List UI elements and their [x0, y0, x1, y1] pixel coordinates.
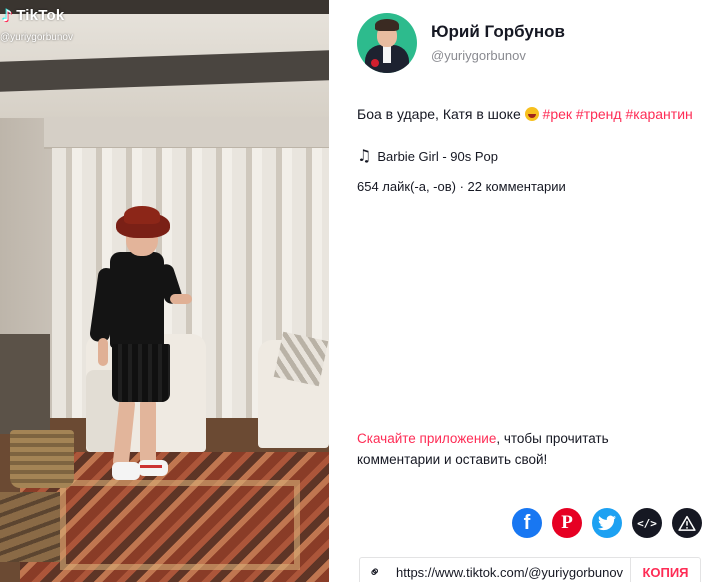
share-url-field[interactable]: https://www.tiktok.com/@yuriygorbunov	[390, 565, 630, 580]
person-skirt	[112, 344, 170, 402]
music-link[interactable]: ♫ Barbie Girl - 90s Pop	[357, 148, 498, 164]
video-caption: Боа в ударе, Катя в шоке #рек #тренд #ка…	[357, 104, 697, 124]
music-title: Barbie Girl - 90s Pop	[377, 148, 499, 164]
avatar-hair	[375, 19, 399, 31]
scene-firewood	[0, 492, 60, 562]
embed-button[interactable]: </>	[632, 508, 662, 538]
caption-text: Боа в ударе, Катя в шоке	[357, 106, 521, 122]
author-name[interactable]: Юрий Горбунов	[431, 22, 565, 42]
twitter-share-button[interactable]	[592, 508, 622, 538]
watermark-logo-text: TikTok	[16, 7, 65, 24]
embed-code-icon: </>	[637, 516, 657, 530]
avatar-rose	[371, 59, 379, 67]
person-hand	[170, 294, 192, 304]
avatar[interactable]	[357, 13, 417, 73]
share-link-bar: ⚭ https://www.tiktok.com/@yuriygorbunov …	[359, 557, 701, 582]
scene-valance	[44, 117, 329, 149]
video-player[interactable]: ♪ TikTok @yuriygorbunov	[0, 0, 329, 582]
pinterest-share-button[interactable]: P	[552, 508, 582, 538]
report-button[interactable]	[672, 508, 702, 538]
scene-pillow	[273, 331, 329, 387]
person-leg	[140, 398, 156, 466]
avatar-shirt	[383, 45, 391, 63]
pinterest-icon: P	[561, 512, 573, 533]
tiktok-logo-icon: ♪	[2, 6, 13, 25]
watermark-handle: @yuriygorbunov	[0, 32, 73, 43]
share-buttons: f P </>	[512, 508, 702, 538]
copy-link-button[interactable]: КОПИЯ	[630, 558, 700, 582]
link-icon: ⚭	[364, 561, 386, 582]
face-with-tongue-emoji-icon	[524, 107, 539, 121]
person-shoe	[138, 460, 168, 476]
person-hand	[98, 338, 108, 366]
download-prompt: Скачайте приложение, чтобы прочитать ком…	[357, 428, 677, 470]
hashtag-link[interactable]: #тренд	[576, 106, 622, 122]
info-panel: Юрий Горбунов @yuriygorbunov Боа в ударе…	[329, 0, 726, 582]
twitter-icon	[598, 515, 616, 531]
scene-sideboard	[0, 334, 50, 434]
person-shoe-stripe	[140, 465, 162, 468]
scene-basket	[10, 430, 74, 488]
hashtag-link[interactable]: #карантин	[625, 106, 692, 122]
engagement-stats: 654 лайк(-а, -ов) · 22 комментарии	[357, 179, 566, 194]
facebook-icon: f	[523, 511, 531, 534]
hashtag-link[interactable]: #рек	[543, 106, 572, 122]
person-shoe	[112, 462, 140, 480]
author-handle[interactable]: @yuriygorbunov	[431, 48, 526, 63]
tiktok-watermark: ♪ TikTok	[2, 6, 64, 25]
music-note-icon: ♫	[357, 146, 372, 165]
scene-rug-border	[60, 480, 300, 570]
person-hat-crown	[124, 206, 160, 224]
facebook-share-button[interactable]: f	[512, 508, 542, 538]
warning-icon	[678, 515, 696, 531]
download-app-link[interactable]: Скачайте приложение	[357, 431, 496, 446]
person-torso	[110, 252, 164, 348]
